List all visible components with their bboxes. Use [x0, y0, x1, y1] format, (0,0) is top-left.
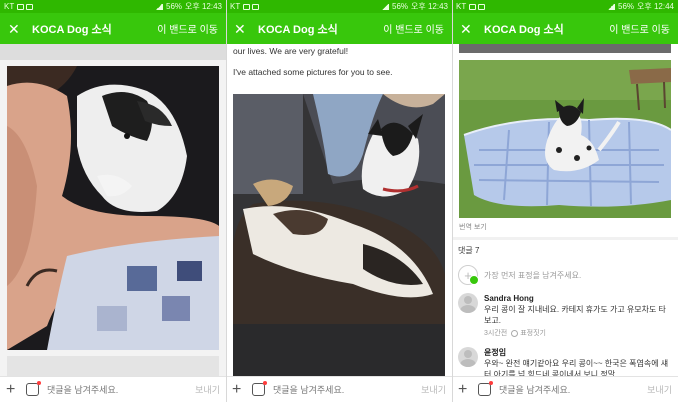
- carrier-label: KT: [230, 2, 241, 11]
- comment-bar: + 댓글을 남겨주세요. 보내기: [0, 376, 226, 402]
- carrier-label: KT: [4, 2, 15, 11]
- gallery-notification-icon: [243, 3, 251, 10]
- message-notification-icon: [26, 3, 34, 10]
- comment-author[interactable]: Sandra Hong: [484, 293, 672, 304]
- app-bar: ✕ KOCA Dog 소식 이 밴드로 이동: [226, 13, 452, 44]
- carrier-label: KT: [456, 2, 467, 11]
- avatar[interactable]: [458, 347, 478, 367]
- view-original-link[interactable]: 번역 보기: [459, 222, 487, 232]
- comment-bar: + 댓글을 남겨주세요. 보내기: [226, 376, 452, 402]
- dog-on-blanket-photo[interactable]: [459, 60, 671, 218]
- status-bar: KT 56% 오후 12:43: [0, 0, 226, 13]
- status-bar: KT 56% 오후 12:43: [226, 0, 452, 13]
- comment-bar: + 댓글을 남겨주세요. 보내기: [452, 376, 678, 402]
- post-text-line-2: I've attached some pictures for you to s…: [226, 67, 452, 77]
- message-notification-icon: [252, 3, 260, 10]
- add-attachment-icon[interactable]: +: [458, 381, 472, 397]
- react-button[interactable]: 표정짓기: [511, 328, 546, 339]
- comments-section: 댓글 7 + 가장 먼저 표정을 남겨주세요. Sandra Hong 우리 콩…: [452, 237, 678, 376]
- comment-input[interactable]: 댓글을 남겨주세요.: [273, 383, 344, 396]
- status-bar: KT 56% 오후 12:44: [452, 0, 678, 13]
- battery-label: 56%: [618, 2, 635, 11]
- post-text-line-1: our lives. We are very grateful!: [226, 46, 452, 56]
- reaction-prompt[interactable]: + 가장 먼저 표정을 남겨주세요.: [452, 261, 678, 289]
- battery-label: 56%: [166, 2, 183, 11]
- send-button[interactable]: 보내기: [195, 383, 220, 396]
- time-label: 오후 12:43: [185, 2, 222, 11]
- app-bar: ✕ KOCA Dog 소식 이 밴드로 이동: [452, 13, 678, 44]
- comment-author[interactable]: 윤정임: [484, 347, 672, 358]
- send-button[interactable]: 보내기: [421, 383, 446, 396]
- message-notification-icon: [478, 3, 486, 10]
- app-bar: ✕ KOCA Dog 소식 이 밴드로 이동: [0, 13, 226, 44]
- gallery-notification-icon: [17, 3, 25, 10]
- gallery-notification-icon: [469, 3, 477, 10]
- panel-divider: [226, 0, 227, 402]
- comment-item: 윤정임 우와~ 완전 얘기같아요 우리 콩이~~ 한국은 폭염속에 섀터 아기를…: [452, 343, 678, 376]
- comment-input[interactable]: 댓글을 남겨주세요.: [499, 383, 570, 396]
- signal-icon: [607, 3, 616, 10]
- signal-icon: [155, 3, 164, 10]
- add-attachment-icon[interactable]: +: [6, 381, 20, 397]
- dogs-on-sofa-photo[interactable]: [233, 94, 445, 376]
- panel-divider: [452, 0, 453, 402]
- close-icon[interactable]: ✕: [234, 22, 250, 36]
- battery-label: 56%: [392, 2, 409, 11]
- react-label: 표정짓기: [520, 330, 546, 337]
- comment-item: Sandra Hong 우리 콩이 잘 지내네요. 카테지 휴가도 가고 유모차…: [452, 289, 678, 343]
- sticker-icon[interactable]: [252, 381, 267, 396]
- sticker-icon[interactable]: [26, 381, 41, 396]
- post-content[interactable]: 번역 보기 댓글 7 + 가장 먼저 표정을 남겨주세요. Sandra Hon…: [452, 44, 678, 376]
- add-attachment-icon[interactable]: +: [232, 381, 246, 397]
- add-reaction-icon[interactable]: +: [458, 265, 479, 285]
- send-button[interactable]: 보내기: [647, 383, 672, 396]
- comment-text: 우리 콩이 잘 지내네요. 카테지 휴가도 가고 유모차도 타보고.: [484, 305, 666, 325]
- post-content[interactable]: our lives. We are very grateful! I've at…: [226, 44, 452, 376]
- close-icon[interactable]: ✕: [460, 22, 476, 36]
- previous-photo-edge: [459, 44, 671, 53]
- comment-count: 댓글 7: [458, 246, 480, 255]
- comment-time: 3시간전: [484, 330, 508, 337]
- close-icon[interactable]: ✕: [8, 22, 24, 36]
- go-to-band-link[interactable]: 이 밴드로 이동: [157, 21, 218, 36]
- post-content[interactable]: [0, 44, 226, 376]
- page-title: KOCA Dog 소식: [258, 23, 338, 36]
- dog-cuddle-photo[interactable]: [7, 66, 219, 350]
- page-title: KOCA Dog 소식: [32, 23, 112, 36]
- time-label: 오후 12:44: [637, 2, 674, 11]
- screen-3: KT 56% 오후 12:44 ✕ KOCA Dog 소식 이 밴드로 이동 번…: [452, 0, 678, 402]
- avatar[interactable]: [458, 293, 478, 313]
- next-photo-edge: [7, 356, 219, 376]
- signal-icon: [381, 3, 390, 10]
- screen-1: KT 56% 오후 12:43 ✕ KOCA Dog 소식 이 밴드로 이동 +…: [0, 0, 226, 402]
- sticker-icon[interactable]: [478, 381, 493, 396]
- reaction-prompt-text: 가장 먼저 표정을 남겨주세요.: [484, 270, 582, 280]
- screen-2: KT 56% 오후 12:43 ✕ KOCA Dog 소식 이 밴드로 이동 o…: [226, 0, 452, 402]
- previous-photo-edge: [0, 44, 226, 60]
- go-to-band-link[interactable]: 이 밴드로 이동: [383, 21, 444, 36]
- comment-input[interactable]: 댓글을 남겨주세요.: [47, 383, 118, 396]
- comment-text: 우와~ 완전 얘기같아요 우리 콩이~~ 한국은 폭염속에 섀터 아기를 넘 힘…: [484, 359, 669, 376]
- go-to-band-link[interactable]: 이 밴드로 이동: [609, 21, 670, 36]
- smile-icon: [511, 330, 519, 337]
- page-title: KOCA Dog 소식: [484, 23, 564, 36]
- time-label: 오후 12:43: [411, 2, 448, 11]
